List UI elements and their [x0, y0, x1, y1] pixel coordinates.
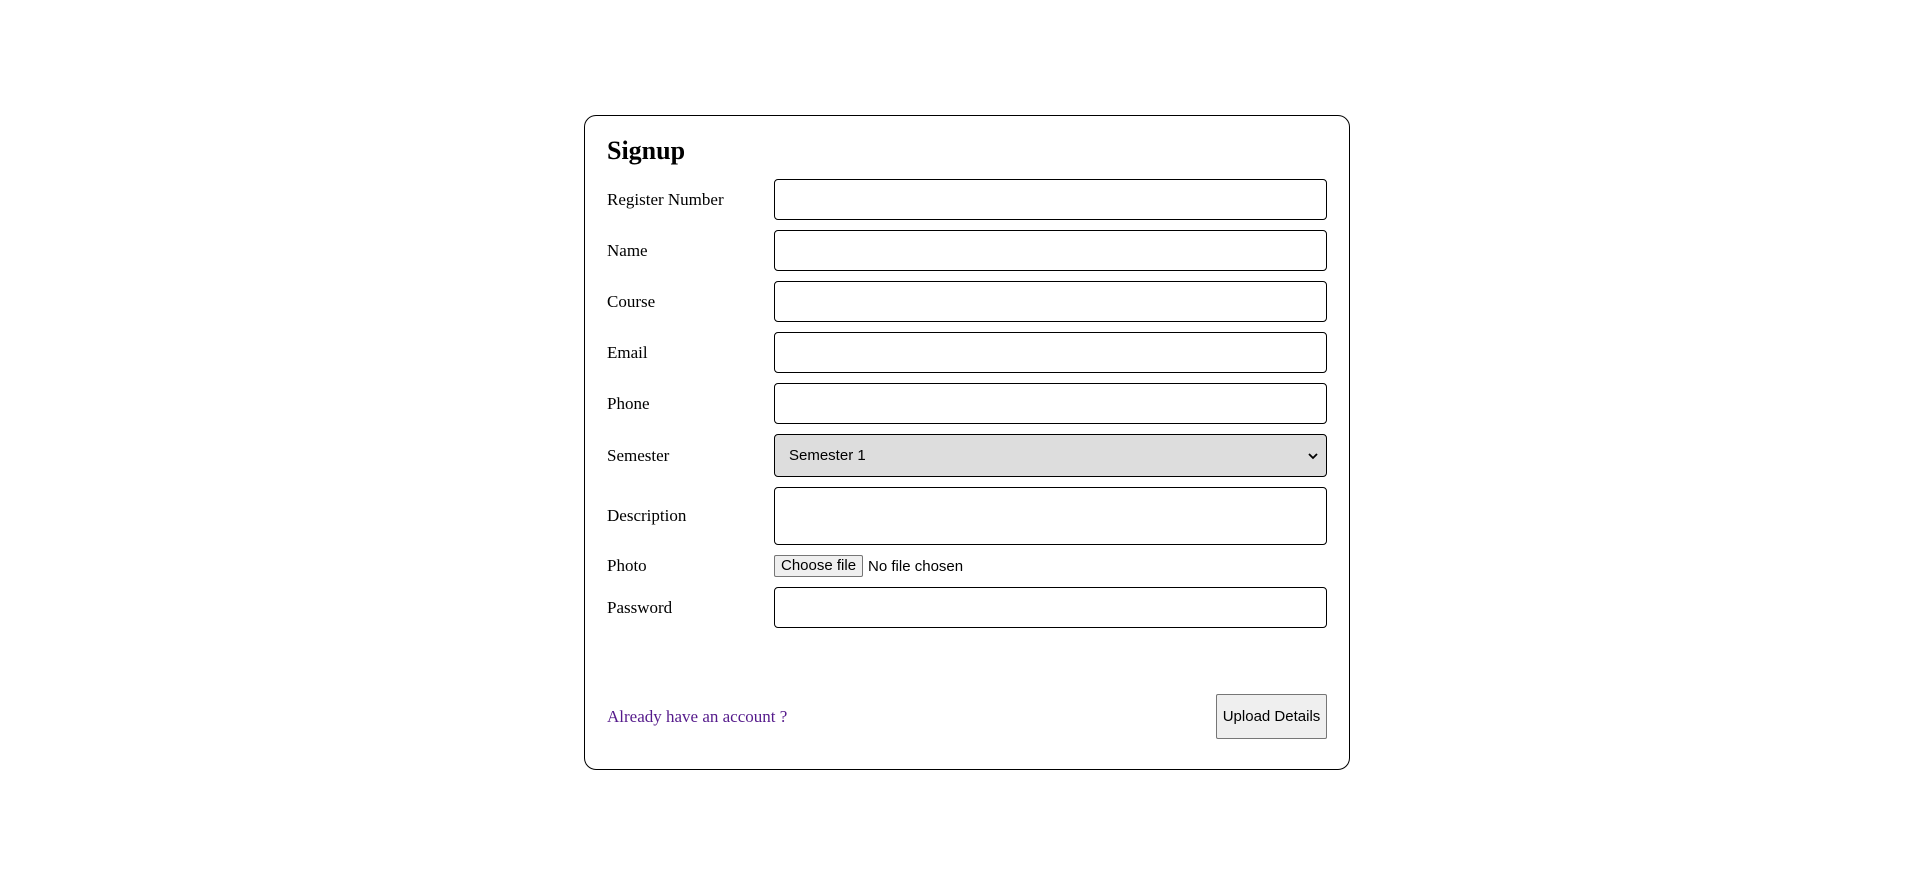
- phone-input[interactable]: [774, 383, 1327, 424]
- file-status-text: No file chosen: [868, 557, 964, 575]
- name-input[interactable]: [774, 230, 1327, 271]
- signup-card: Signup Register Number Name Course Email…: [584, 115, 1350, 770]
- phone-row: Phone: [607, 383, 1327, 424]
- semester-row: Semester Semester 1: [607, 434, 1327, 477]
- photo-label: Photo: [607, 556, 647, 575]
- register-number-row: Register Number: [607, 179, 1327, 220]
- semester-selected-value: Semester 1: [789, 447, 866, 464]
- password-input[interactable]: [774, 587, 1327, 628]
- password-label: Password: [607, 597, 673, 617]
- course-row: Course: [607, 281, 1327, 322]
- name-label: Name: [607, 240, 648, 260]
- course-input[interactable]: [774, 281, 1327, 322]
- chevron-down-icon: [1308, 449, 1318, 463]
- semester-select[interactable]: Semester 1: [774, 434, 1327, 477]
- photo-row: Photo Choose file No file chosen: [607, 555, 1327, 577]
- page-title: Signup: [607, 136, 686, 165]
- photo-file-input: Choose file No file chosen: [774, 555, 963, 577]
- password-row: Password: [607, 587, 1327, 628]
- upload-details-button[interactable]: Upload Details: [1216, 694, 1327, 739]
- login-link[interactable]: Already have an account ?: [607, 707, 787, 727]
- course-label: Course: [607, 291, 656, 311]
- register-number-input[interactable]: [774, 179, 1327, 220]
- form-footer: Already have an account ? Upload Details: [607, 694, 1327, 739]
- description-textarea[interactable]: [774, 487, 1327, 545]
- semester-label: Semester: [607, 445, 670, 465]
- register-number-label: Register Number: [607, 189, 724, 209]
- name-row: Name: [607, 230, 1327, 271]
- choose-file-button[interactable]: Choose file: [774, 555, 864, 577]
- phone-label: Phone: [607, 393, 650, 413]
- description-row: Description: [607, 487, 1327, 545]
- email-row: Email: [607, 332, 1327, 373]
- description-label: Description: [607, 506, 687, 525]
- email-input[interactable]: [774, 332, 1327, 373]
- email-label: Email: [607, 342, 648, 362]
